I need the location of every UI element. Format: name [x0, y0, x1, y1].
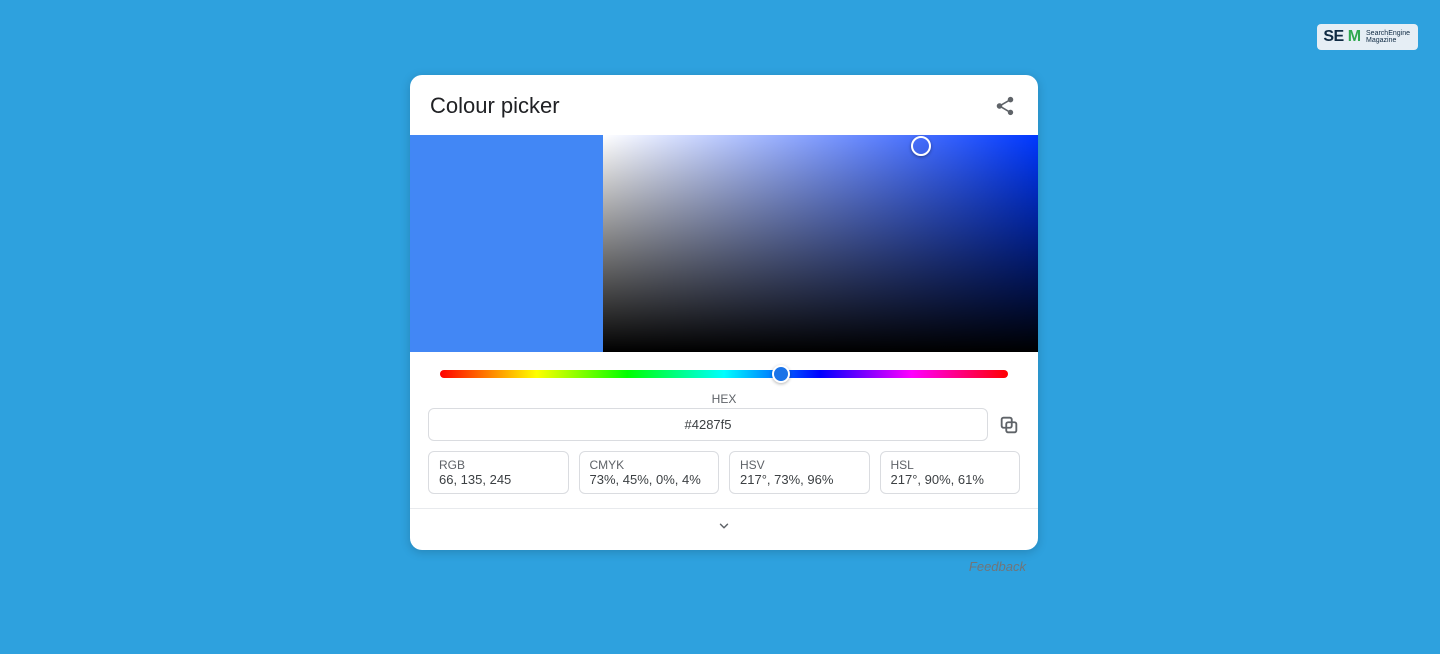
hex-row: #4287f5	[428, 408, 1020, 441]
rgb-box[interactable]: RGB 66, 135, 245	[428, 451, 569, 494]
rgb-label: RGB	[439, 458, 558, 472]
hsl-label: HSL	[891, 458, 1010, 472]
card-title: Colour picker	[430, 93, 560, 119]
colour-values-row: RGB 66, 135, 245 CMYK 73%, 45%, 0%, 4% H…	[410, 441, 1038, 508]
cmyk-label: CMYK	[590, 458, 709, 472]
rgb-value: 66, 135, 245	[439, 472, 558, 487]
cmyk-box[interactable]: CMYK 73%, 45%, 0%, 4%	[579, 451, 720, 494]
hex-section: HEX #4287f5	[410, 378, 1038, 441]
card-header: Colour picker	[410, 75, 1038, 135]
hsv-label: HSV	[740, 458, 859, 472]
watermark-badge: SE M SearchEngine Magazine	[1317, 24, 1418, 50]
hue-slider-wrap	[410, 352, 1038, 378]
watermark-prefix: SE	[1323, 28, 1343, 46]
picker-area	[410, 135, 1038, 352]
hex-label: HEX	[428, 392, 1020, 406]
hue-slider[interactable]	[440, 370, 1008, 378]
sv-gradient	[603, 135, 1038, 352]
hsl-box[interactable]: HSL 217°, 90%, 61%	[880, 451, 1021, 494]
hue-thumb[interactable]	[772, 365, 790, 383]
expand-button[interactable]	[410, 508, 1038, 550]
sv-handle[interactable]	[911, 136, 931, 156]
hsl-value: 217°, 90%, 61%	[891, 472, 1010, 487]
hsv-box[interactable]: HSV 217°, 73%, 96%	[729, 451, 870, 494]
share-icon[interactable]	[994, 95, 1016, 117]
colour-picker-card: Colour picker HEX #4287f5	[410, 75, 1038, 550]
cmyk-value: 73%, 45%, 0%, 4%	[590, 472, 709, 487]
hex-input[interactable]: #4287f5	[428, 408, 988, 441]
saturation-value-panel[interactable]	[603, 135, 1038, 352]
hsv-value: 217°, 73%, 96%	[740, 472, 859, 487]
feedback-link[interactable]: Feedback	[969, 559, 1026, 574]
chevron-down-icon	[717, 519, 731, 533]
watermark-subtitle: SearchEngine Magazine	[1366, 30, 1410, 44]
watermark-m: M	[1348, 28, 1361, 46]
selected-colour-swatch	[410, 135, 603, 352]
copy-icon[interactable]	[998, 414, 1020, 436]
